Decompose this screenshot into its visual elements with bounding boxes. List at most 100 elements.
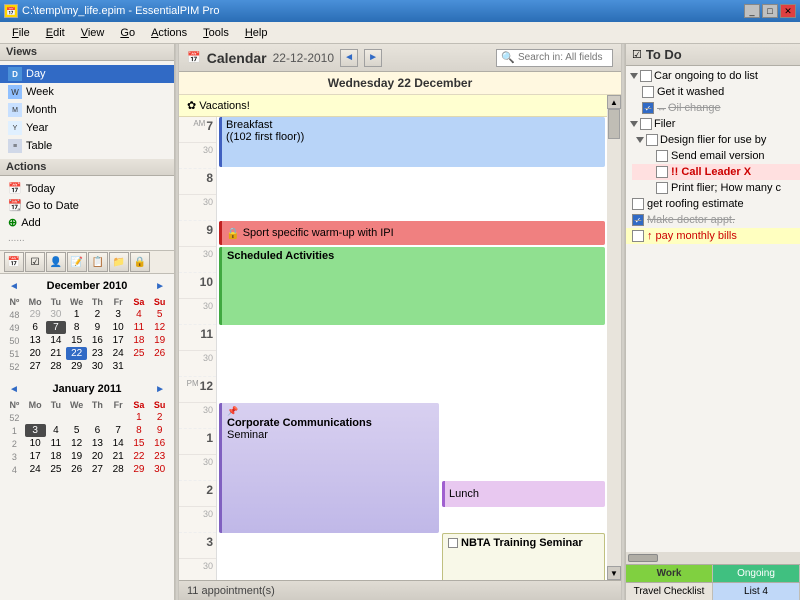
vscroll-down-btn[interactable]: ▼ <box>607 566 621 580</box>
car-group-checkbox[interactable] <box>640 70 652 82</box>
d23[interactable]: 23 <box>87 347 108 360</box>
d18[interactable]: 18 <box>129 334 150 347</box>
d30-prev[interactable]: 30 <box>46 308 67 321</box>
todo-item-printflier[interactable]: Print flier; How many c <box>632 180 800 196</box>
minimize-button[interactable]: _ <box>744 4 760 18</box>
tool-check-btn[interactable]: ☑ <box>25 252 45 272</box>
mini-cal-jan-next[interactable]: ► <box>152 384 168 395</box>
mini-cal-dec-prev[interactable]: ◄ <box>6 281 22 292</box>
d5[interactable]: 5 <box>149 308 170 321</box>
d25[interactable]: 25 <box>129 347 150 360</box>
d3[interactable]: 3 <box>108 308 129 321</box>
d30[interactable]: 30 <box>87 360 108 373</box>
printflier-checkbox[interactable] <box>656 182 668 194</box>
d16[interactable]: 16 <box>87 334 108 347</box>
menu-view[interactable]: View <box>73 25 113 41</box>
vscroll-thumb[interactable] <box>608 109 620 139</box>
d6[interactable]: 6 <box>25 321 46 334</box>
d15[interactable]: 15 <box>66 334 87 347</box>
roofing-checkbox[interactable] <box>632 198 644 210</box>
oilchange-checkbox[interactable]: ✓ <box>642 102 654 114</box>
all-day-event[interactable]: ✿ Vacations! <box>187 99 250 112</box>
todo-tab-list4[interactable]: List 4 <box>713 583 800 600</box>
d27[interactable]: 27 <box>25 360 46 373</box>
d22[interactable]: 22 <box>66 347 87 360</box>
todo-group-car-header[interactable]: Car ongoing to do list <box>626 68 800 84</box>
d4[interactable]: 4 <box>129 308 150 321</box>
callleader-checkbox[interactable] <box>656 166 668 178</box>
action-today[interactable]: 📅 Today <box>0 180 174 197</box>
d9[interactable]: 9 <box>87 321 108 334</box>
menu-help[interactable]: Help <box>237 25 276 41</box>
todo-item-callleader[interactable]: !! Call Leader X <box>632 164 800 180</box>
search-input[interactable] <box>518 52 608 63</box>
filer-group-checkbox[interactable] <box>640 118 652 130</box>
d20[interactable]: 20 <box>25 347 46 360</box>
event-corporate[interactable]: 📌 Corporate Communications Seminar <box>219 403 439 533</box>
view-table[interactable]: ≡ Table <box>0 137 174 155</box>
bills-checkbox[interactable] <box>632 230 644 242</box>
tool-task-btn[interactable]: 📋 <box>88 252 108 272</box>
d19[interactable]: 19 <box>149 334 170 347</box>
d10[interactable]: 10 <box>108 321 129 334</box>
d8[interactable]: 8 <box>66 321 87 334</box>
d2[interactable]: 2 <box>87 308 108 321</box>
getitwashed-checkbox[interactable] <box>642 86 654 98</box>
menu-tools[interactable]: Tools <box>195 25 237 41</box>
d11[interactable]: 11 <box>129 321 150 334</box>
event-sport[interactable]: 🔒 Sport specific warm-up with IPI <box>219 221 605 245</box>
d13[interactable]: 13 <box>25 334 46 347</box>
event-nbta[interactable]: NBTA Training Seminar <box>442 533 605 580</box>
vscroll-up-btn[interactable]: ▲ <box>607 95 621 109</box>
todo-sub-design-header[interactable]: Design flier for use by <box>632 132 800 148</box>
todo-item-getitwashed[interactable]: Get it washed <box>626 84 800 100</box>
d12[interactable]: 12 <box>149 321 170 334</box>
sendemail-checkbox[interactable] <box>656 150 668 162</box>
mini-cal-dec-next[interactable]: ► <box>152 281 168 292</box>
todo-tab-ongoing[interactable]: Ongoing <box>713 565 800 582</box>
view-week[interactable]: W Week <box>0 83 174 101</box>
menu-edit[interactable]: Edit <box>38 25 73 41</box>
tool-contact-btn[interactable]: 👤 <box>46 252 66 272</box>
d21[interactable]: 21 <box>46 347 67 360</box>
cal-next-btn[interactable]: ► <box>364 49 382 67</box>
menu-actions[interactable]: Actions <box>143 25 195 41</box>
close-button[interactable]: ✕ <box>780 4 796 18</box>
tool-note-btn[interactable]: 📝 <box>67 252 87 272</box>
todo-tab-work[interactable]: Work <box>626 565 713 582</box>
d29-prev[interactable]: 29 <box>25 308 46 321</box>
todo-item-bills[interactable]: ↑ pay monthly bills <box>626 228 800 244</box>
event-scheduled[interactable]: Scheduled Activities <box>219 247 605 325</box>
d28[interactable]: 28 <box>46 360 67 373</box>
d26[interactable]: 26 <box>149 347 170 360</box>
d7[interactable]: 7 <box>46 321 67 334</box>
event-lunch[interactable]: Lunch <box>442 481 605 507</box>
d17[interactable]: 17 <box>108 334 129 347</box>
todo-hscroll-thumb[interactable] <box>628 554 658 562</box>
d1[interactable]: 1 <box>66 308 87 321</box>
d14[interactable]: 14 <box>46 334 67 347</box>
action-add[interactable]: ⊕ Add <box>0 214 174 231</box>
d29[interactable]: 29 <box>66 360 87 373</box>
view-day[interactable]: D Day <box>0 65 174 83</box>
d31[interactable]: 31 <box>108 360 129 373</box>
action-goto-date[interactable]: 📆 Go to Date <box>0 197 174 214</box>
todo-group-filer-header[interactable]: Filer <box>626 116 800 132</box>
view-month[interactable]: M Month <box>0 101 174 119</box>
tool-folder-btn[interactable]: 📁 <box>109 252 129 272</box>
tool-lock-btn[interactable]: 🔒 <box>130 252 150 272</box>
view-year[interactable]: Y Year <box>0 119 174 137</box>
todo-tab-travel[interactable]: Travel Checklist <box>626 583 713 600</box>
cal-prev-btn[interactable]: ◄ <box>340 49 358 67</box>
design-checkbox[interactable] <box>646 134 658 146</box>
event-breakfast[interactable]: Breakfast ((102 first floor)) <box>219 117 605 167</box>
todo-item-roofing[interactable]: get roofing estimate <box>626 196 800 212</box>
todo-item-sendemail[interactable]: Send email version <box>632 148 800 164</box>
maximize-button[interactable]: □ <box>762 4 778 18</box>
todo-item-oilchange[interactable]: ✓ ↔ Oil change <box>626 100 800 116</box>
menu-file[interactable]: File <box>4 25 38 41</box>
doctor-checkbox[interactable]: ✓ <box>632 214 644 226</box>
mini-cal-jan-prev[interactable]: ◄ <box>6 384 22 395</box>
d24[interactable]: 24 <box>108 347 129 360</box>
todo-item-doctor[interactable]: ✓ Make doctor appt. <box>626 212 800 228</box>
